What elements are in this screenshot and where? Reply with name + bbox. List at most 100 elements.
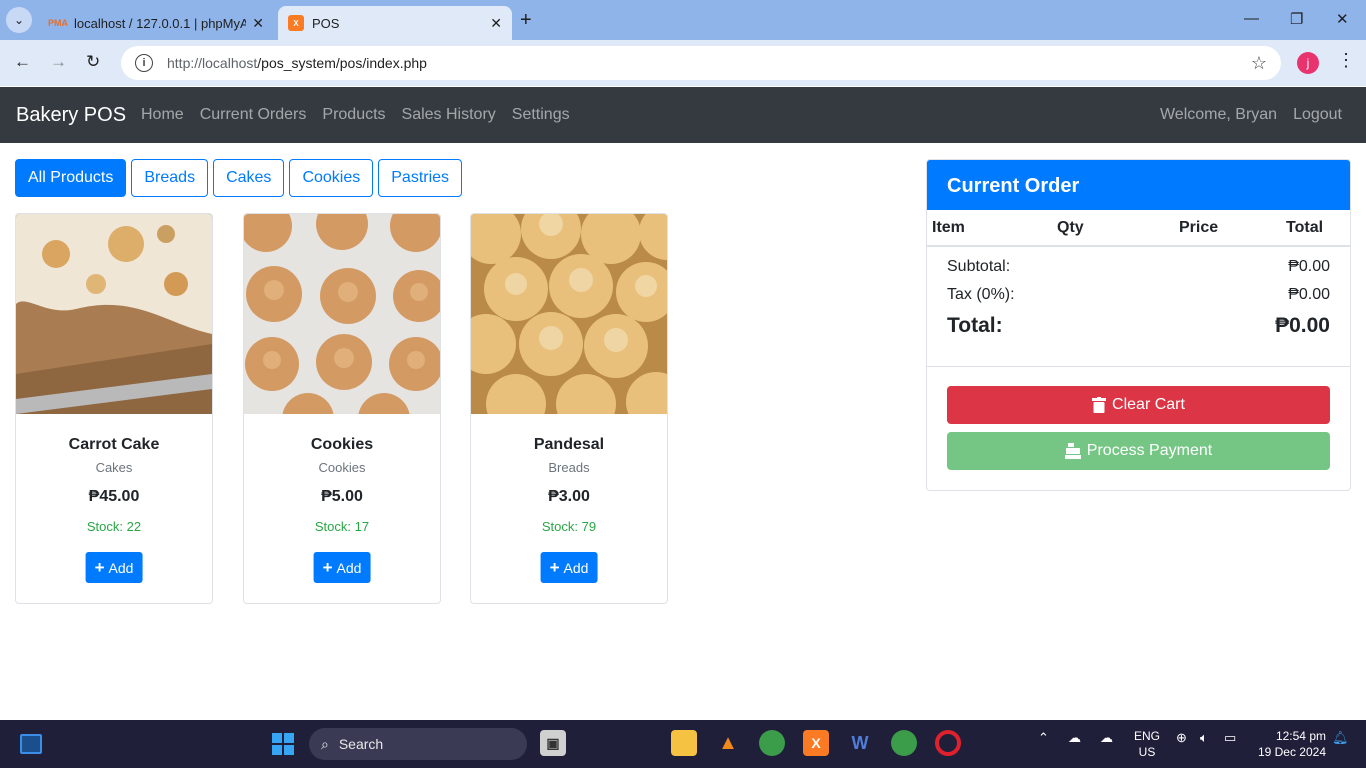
product-stock: Stock: 79 (541, 519, 597, 534)
brand-logo-text[interactable]: Bakery POS (16, 104, 126, 127)
search-icon: ⌕ (321, 735, 329, 752)
filter-pastries[interactable]: Pastries (378, 159, 463, 197)
phpmyadmin-icon: PMA (48, 18, 68, 28)
network-icon[interactable]: ⊕ (1176, 730, 1187, 746)
bookmark-star-icon[interactable]: ☆ (1251, 53, 1267, 74)
close-icon[interactable]: ✕ (490, 15, 502, 32)
show-hidden-icons-icon[interactable]: ⌃ (1038, 730, 1049, 746)
browser-menu-icon[interactable]: ⋮ (1337, 50, 1355, 71)
system-clock[interactable]: 12:54 pm 19 Dec 2024 (1254, 728, 1326, 760)
task-view-icon[interactable]: ▣ (540, 730, 566, 756)
chrome-icon[interactable] (759, 730, 785, 756)
close-icon[interactable]: ✕ (252, 15, 264, 32)
tab-title: localhost / 127.0.0.1 | phpMyAd (74, 15, 247, 31)
language-indicator[interactable]: ENG US (1134, 728, 1160, 760)
product-card: Carrot Cake Cakes ₱45.00 Stock: 22 + Add (15, 213, 213, 604)
url-field[interactable]: i http://localhost/pos_system/pos/index.… (121, 46, 1281, 80)
tab-title: POS (312, 15, 340, 31)
clear-cart-button[interactable]: Clear Cart (947, 386, 1330, 424)
process-payment-button[interactable]: Process Payment (947, 432, 1330, 470)
add-to-cart-button[interactable]: + Add (85, 552, 143, 583)
tax-label: Tax (0%): (947, 286, 1015, 303)
tab-search-button[interactable]: ⌄ (6, 7, 32, 33)
add-label: Add (563, 559, 589, 576)
subtotal-row: Subtotal: ₱0.00 (947, 258, 1330, 276)
user-nav: Welcome, Bryan Logout (1160, 106, 1342, 124)
product-image-carrot-cake (16, 214, 212, 414)
address-toolbar: ← → ↻ i http://localhost/pos_system/pos/… (0, 40, 1366, 86)
new-tab-icon[interactable]: + (520, 9, 532, 32)
webstorm-icon[interactable]: W (847, 730, 873, 756)
plus-icon: + (94, 557, 105, 577)
profile-avatar[interactable]: j (1297, 52, 1319, 74)
total-row: Total: ₱0.00 (947, 314, 1330, 338)
browser-tab-strip: ⌄ PMA localhost / 127.0.0.1 | phpMyAd ✕ … (0, 0, 1366, 40)
product-image-pandesal (471, 214, 667, 414)
category-filter-group: All Products Breads Cakes Cookies Pastri… (15, 159, 463, 197)
cash-register-icon (1064, 443, 1081, 459)
search-label: Search (338, 736, 384, 752)
nav-current-orders[interactable]: Current Orders (200, 106, 307, 124)
volume-icon[interactable]: 🔈︎ (1200, 730, 1208, 746)
language-code: ENG (1134, 729, 1161, 743)
widgets-icon[interactable] (20, 734, 42, 754)
plus-icon: + (549, 557, 560, 577)
clock-date: 19 Dec 2024 (1257, 745, 1326, 759)
col-item: Item (932, 219, 965, 236)
tax-row: Tax (0%): ₱0.00 (947, 286, 1330, 304)
battery-icon[interactable]: ▭ (1224, 730, 1236, 746)
product-price: ₱45.00 (88, 488, 140, 505)
nav-home[interactable]: Home (141, 106, 184, 124)
process-payment-label: Process Payment (1086, 442, 1213, 459)
start-icon[interactable] (272, 733, 294, 755)
col-total: Total (1286, 219, 1324, 236)
file-explorer-icon[interactable] (671, 730, 697, 756)
col-price: Price (1179, 219, 1219, 236)
product-category: Breads (548, 460, 590, 475)
region-code: US (1138, 745, 1156, 759)
order-totals: Subtotal: ₱0.00 Tax (0%): ₱0.00 Total: ₱… (947, 258, 1330, 348)
forward-icon[interactable]: → (50, 52, 67, 72)
back-icon[interactable]: ← (14, 52, 31, 72)
add-to-cart-button[interactable]: + Add (313, 552, 371, 583)
plus-icon: + (322, 557, 333, 577)
main-nav: Home Current Orders Products Sales Histo… (141, 106, 570, 124)
onedrive-icon[interactable]: ☁ (1100, 730, 1113, 746)
total-label: Total: (947, 314, 1003, 337)
filter-cakes[interactable]: Cakes (213, 159, 285, 197)
product-stock: Stock: 17 (314, 519, 370, 534)
nav-settings[interactable]: Settings (512, 106, 570, 124)
logout-link[interactable]: Logout (1293, 106, 1342, 124)
product-name: Pandesal (533, 436, 605, 453)
taskbar-search[interactable]: ⌕ Search (309, 728, 527, 760)
subtotal-label: Subtotal: (947, 258, 1011, 275)
add-to-cart-button[interactable]: + Add (540, 552, 598, 583)
filter-cookies[interactable]: Cookies (289, 159, 374, 197)
product-card: Pandesal Breads ₱3.00 Stock: 79 + Add (470, 213, 668, 604)
current-order-panel: Current Order Item Qty Price Total Subto… (926, 159, 1351, 491)
notification-bell-icon[interactable]: 🔔︎ (1332, 730, 1349, 746)
restore-icon[interactable]: ❐ (1290, 10, 1303, 28)
reload-icon[interactable]: ↻ (86, 52, 100, 72)
close-window-icon[interactable]: ✕ (1336, 10, 1349, 28)
tab-phpmyadmin[interactable]: PMA localhost / 127.0.0.1 | phpMyAd ✕ (40, 6, 274, 40)
product-price: ₱3.00 (548, 488, 590, 505)
opera-icon[interactable] (935, 730, 961, 756)
site-info-icon[interactable]: i (135, 54, 153, 72)
nav-products[interactable]: Products (322, 106, 385, 124)
filter-breads[interactable]: Breads (131, 159, 209, 197)
welcome-text: Welcome, Bryan (1159, 106, 1278, 123)
os-taskbar: ⌕ Search ▣ ▲ X W ⌃ ☁ ☁ ENG US ⊕ 🔈︎ ▭ 12:… (0, 720, 1366, 768)
cloud-sync-icon[interactable]: ☁ (1068, 730, 1081, 746)
filter-all-products[interactable]: All Products (15, 159, 127, 197)
divider (927, 366, 1350, 367)
chrome-profile-icon[interactable] (891, 730, 917, 756)
minimize-icon[interactable]: — (1244, 10, 1259, 27)
tab-pos[interactable]: X POS ✕ (278, 6, 512, 40)
xampp-icon: X (288, 15, 304, 31)
xampp-icon[interactable]: X (803, 730, 829, 756)
vlc-icon[interactable]: ▲ (715, 730, 741, 756)
nav-sales-history[interactable]: Sales History (402, 106, 496, 124)
product-stock: Stock: 22 (86, 519, 142, 534)
add-label: Add (108, 559, 134, 576)
